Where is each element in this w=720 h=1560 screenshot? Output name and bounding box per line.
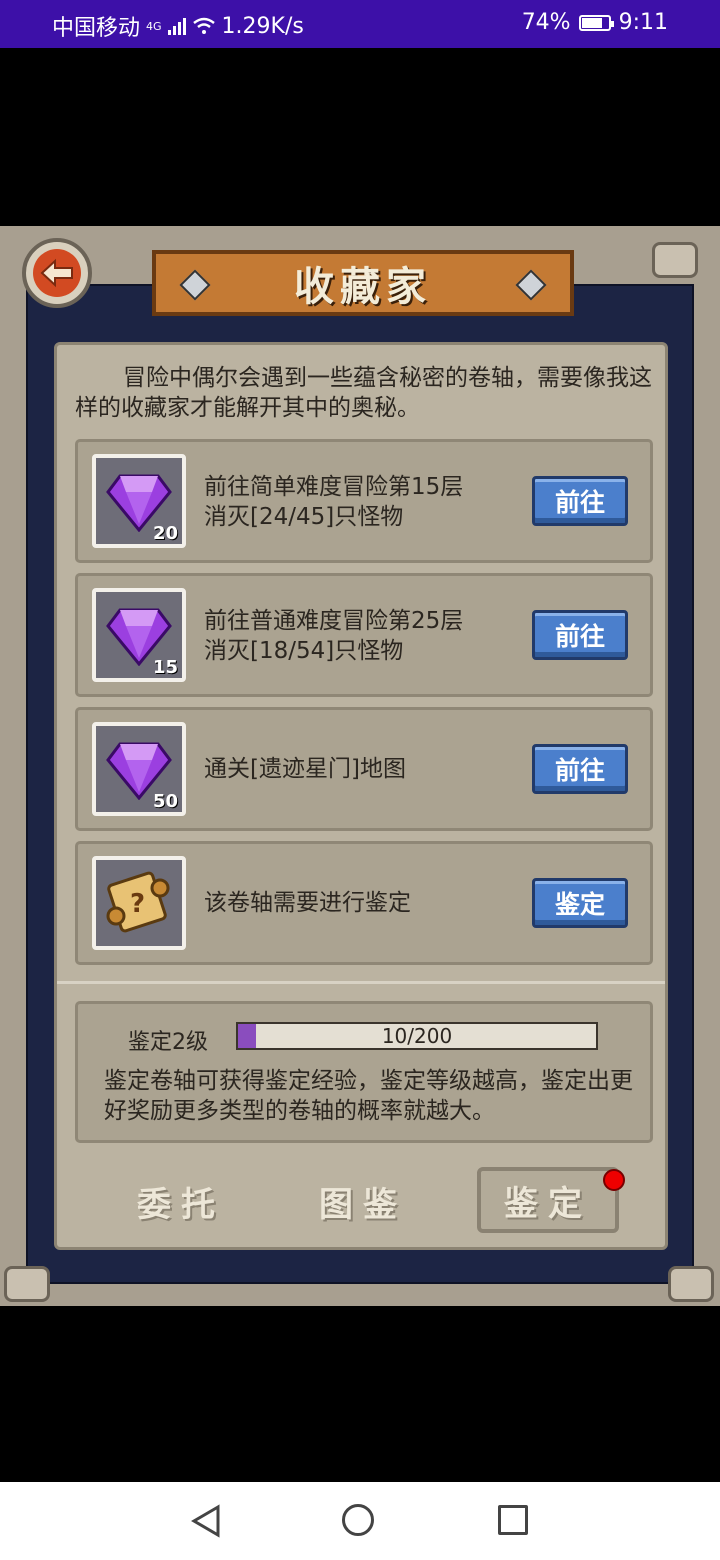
tab-appraise[interactable]: 鉴定 — [477, 1167, 619, 1233]
task-line-2: 消灭[24/45]只怪物 — [204, 504, 404, 530]
svg-text:?: ? — [130, 889, 145, 919]
reward-slot: 50 — [92, 722, 186, 816]
task-line-2: 消灭[18/54]只怪物 — [204, 638, 404, 664]
wifi-icon — [192, 17, 215, 34]
reward-count: 50 — [152, 791, 178, 812]
go-button[interactable]: 前往 — [532, 610, 628, 660]
task-row: 15 前往普通难度冒险第25层 消灭[18/54]只怪物 前往 — [75, 573, 653, 697]
clock: 9:11 — [618, 10, 668, 35]
nav-recents-icon[interactable] — [498, 1505, 528, 1535]
task-description: 前往普通难度冒险第25层 消灭[18/54]只怪物 — [204, 606, 463, 666]
diamond-stud-icon — [515, 269, 547, 301]
reward-count: 20 — [152, 523, 178, 544]
intro-text: 冒险中偶尔会遇到一些蕴含秘密的卷轴，需要像我这样的收藏家才能解开其中的奥秘。 — [75, 365, 652, 421]
corner-ornament-icon — [652, 242, 698, 278]
title-plank: 收藏家 — [152, 250, 574, 316]
task-line-1: 前往简单难度冒险第15层 — [204, 474, 464, 500]
appraisal-progress-bar: 10/200 — [236, 1022, 598, 1050]
status-bar: 中国移动 4G 1.29K/s 74% 9:11 — [0, 0, 720, 48]
collector-panel: 冒险中偶尔会遇到一些蕴含秘密的卷轴，需要像我这样的收藏家才能解开其中的奥秘。 2… — [54, 342, 668, 1250]
mystery-scroll-icon: ? — [106, 871, 170, 933]
nav-back-icon[interactable] — [190, 1504, 222, 1538]
reward-slot: ? — [92, 856, 186, 950]
page-title: 收藏家 — [294, 264, 432, 310]
battery-icon — [578, 14, 614, 31]
reward-slot: 20 — [92, 454, 186, 548]
system-nav-bar — [0, 1482, 720, 1560]
go-button[interactable]: 前往 — [532, 476, 628, 526]
task-row: ? 该卷轴需要进行鉴定 鉴定 — [75, 841, 653, 965]
nav-home-icon[interactable] — [342, 1504, 374, 1536]
back-arrow-icon — [33, 249, 81, 297]
network-type: 4G — [146, 19, 162, 33]
carrier-label: 中国移动 — [52, 16, 141, 41]
appraise-button[interactable]: 鉴定 — [532, 878, 628, 928]
task-description: 通关[遗迹星门]地图 — [204, 754, 406, 784]
reward-count: 15 — [152, 657, 178, 678]
notification-dot — [603, 1169, 625, 1191]
diamond-stud-icon — [179, 269, 211, 301]
appraisal-description: 鉴定卷轴可获得鉴定经验，鉴定等级越高，鉴定出更好奖励更多类型的卷轴的概率就越大。 — [104, 1068, 633, 1124]
task-row: 50 通关[遗迹星门]地图 前往 — [75, 707, 653, 831]
signal-icon — [167, 17, 186, 35]
task-line-1: 该卷轴需要进行鉴定 — [204, 890, 411, 916]
tab-appraise-label: 鉴定 — [504, 1183, 592, 1224]
task-row: 20 前往简单难度冒险第15层 消灭[24/45]只怪物 前往 — [75, 439, 653, 563]
network-speed: 1.29K/s — [221, 13, 304, 39]
battery-percent: 74% — [521, 10, 571, 35]
appraisal-progress-text: 10/200 — [381, 1024, 453, 1048]
divider — [57, 981, 665, 984]
appraisal-level: 鉴定2级 — [128, 1030, 208, 1055]
appraisal-panel: 鉴定2级 10/200 鉴定卷轴可获得鉴定经验，鉴定等级越高，鉴定出更好奖励更多… — [75, 1001, 653, 1143]
tab-catalog[interactable]: 图鉴 — [319, 1177, 407, 1226]
corner-ornament-icon — [668, 1266, 714, 1302]
task-description: 该卷轴需要进行鉴定 — [204, 888, 411, 918]
back-button[interactable] — [22, 238, 92, 308]
corner-ornament-icon — [4, 1266, 50, 1302]
task-description: 前往简单难度冒险第15层 消灭[24/45]只怪物 — [204, 472, 463, 532]
tab-commission[interactable]: 委托 — [137, 1177, 225, 1226]
reward-slot: 15 — [92, 588, 186, 682]
go-button[interactable]: 前往 — [532, 744, 628, 794]
task-line-1: 前往普通难度冒险第25层 — [204, 608, 464, 634]
task-line-1: 通关[遗迹星门]地图 — [204, 756, 406, 782]
